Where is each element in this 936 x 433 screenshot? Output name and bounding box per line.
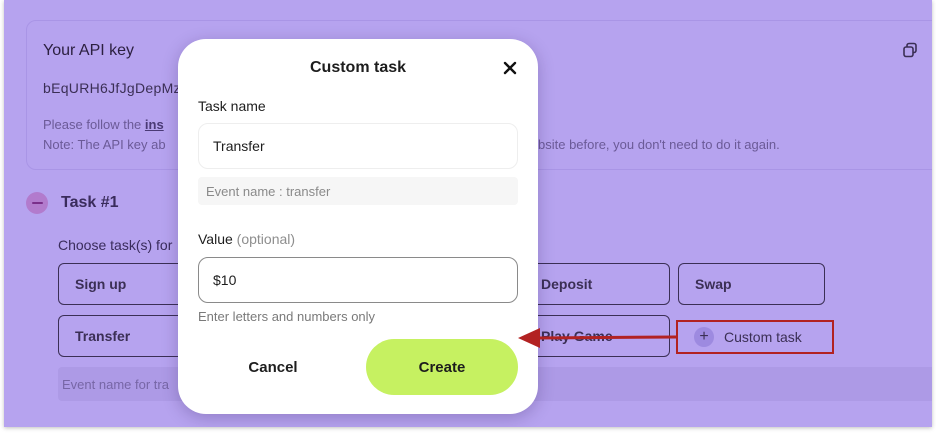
custom-task-label: Custom task	[724, 329, 802, 345]
task-option-play-game[interactable]: Play Game	[524, 315, 670, 357]
task-name-input[interactable]	[198, 123, 518, 169]
choose-tasks-label: Choose task(s) for	[58, 237, 173, 253]
value-input[interactable]	[198, 257, 518, 303]
value-optional-text: (optional)	[236, 231, 296, 247]
api-note-instructions: Please follow the ins	[43, 117, 164, 132]
api-note-prefix: Please follow the	[43, 117, 145, 132]
page-overlay: Your API key bEqURH6JfJgDepMz Please fol…	[4, 0, 932, 427]
modal-title: Custom task	[309, 59, 407, 76]
api-key-title: Your API key	[43, 42, 135, 59]
value-label-text: Value	[198, 231, 233, 247]
api-note-right: bsite before, you don't need to do it ag…	[538, 137, 780, 152]
close-icon[interactable]	[498, 56, 522, 80]
api-note-left: Note: The API key ab	[43, 137, 166, 152]
task-option-swap[interactable]: Swap	[678, 263, 825, 305]
event-name-preview: Event name : transfer	[198, 177, 518, 205]
collapse-task-minus-icon[interactable]	[26, 192, 48, 214]
instructions-link[interactable]: ins	[145, 117, 164, 132]
value-label: Value (optional)	[198, 231, 295, 247]
cancel-button[interactable]: Cancel	[208, 349, 338, 385]
task-option-deposit[interactable]: Deposit	[524, 263, 670, 305]
copy-icon[interactable]	[902, 42, 918, 58]
api-key-value: bEqURH6JfJgDepMz	[43, 80, 181, 96]
value-hint: Enter letters and numbers only	[198, 309, 376, 324]
custom-task-modal: Custom task Task name Event name : trans…	[178, 39, 538, 414]
custom-task-button[interactable]: + Custom task	[676, 320, 834, 354]
task-title: Task #1	[61, 194, 119, 211]
plus-icon: +	[694, 327, 714, 347]
task-name-label: Task name	[198, 98, 266, 114]
create-button[interactable]: Create	[366, 339, 518, 395]
